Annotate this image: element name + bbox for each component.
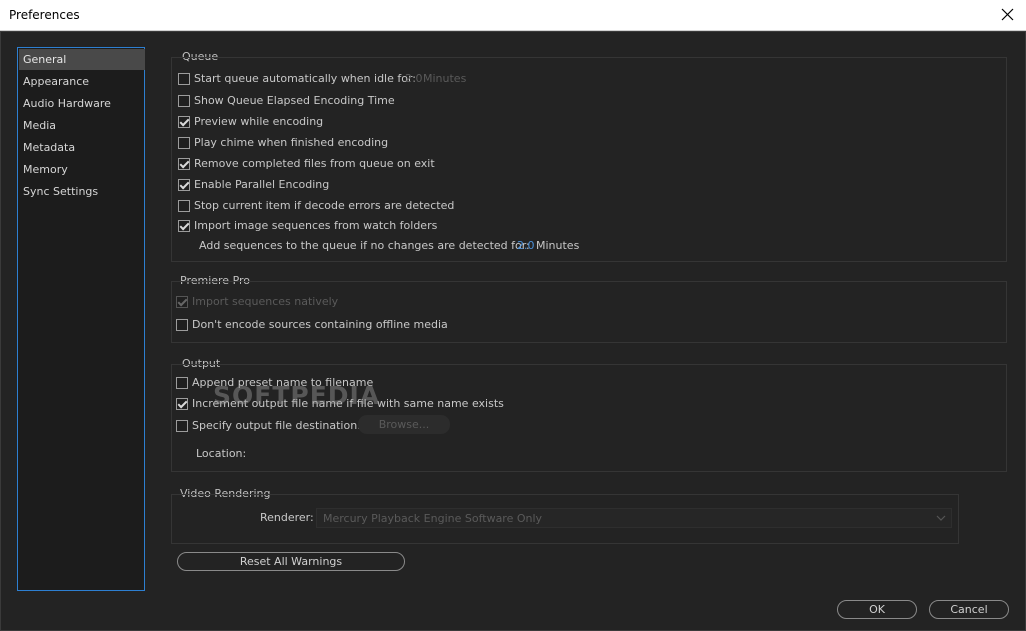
- window-title: Preferences: [9, 8, 80, 22]
- increment-filename-checkbox[interactable]: [176, 398, 188, 410]
- sidebar-item-audio-hardware[interactable]: Audio Hardware: [19, 93, 145, 114]
- offline-media-label: Don't encode sources containing offline …: [192, 318, 448, 331]
- close-button[interactable]: [998, 4, 1018, 26]
- renderer-label: Renderer:: [260, 511, 314, 524]
- import-sequences-label: Import image sequences from watch folder…: [194, 219, 438, 232]
- sidebar-item-appearance[interactable]: Appearance: [19, 71, 145, 92]
- title-bar: Preferences: [0, 0, 1026, 31]
- preview-encoding-checkbox[interactable]: [178, 116, 190, 128]
- idle-time-value[interactable]: 2.0: [405, 72, 423, 85]
- start-queue-label: Start queue automatically when idle for:: [194, 72, 417, 85]
- append-preset-checkbox[interactable]: [176, 377, 188, 389]
- import-sequences-checkbox[interactable]: [178, 220, 190, 232]
- premiere-group: [171, 281, 1007, 343]
- cancel-button[interactable]: Cancel: [929, 600, 1009, 619]
- sidebar-item-media[interactable]: Media: [19, 115, 145, 136]
- browse-button[interactable]: Browse...: [358, 415, 450, 434]
- category-sidebar: General Appearance Audio Hardware Media …: [17, 47, 145, 591]
- play-chime-checkbox[interactable]: [178, 137, 190, 149]
- reset-warnings-button[interactable]: Reset All Warnings: [177, 552, 405, 571]
- sidebar-item-general[interactable]: General: [19, 49, 145, 70]
- start-queue-checkbox[interactable]: [178, 73, 190, 85]
- sidebar-item-sync-settings[interactable]: Sync Settings: [19, 181, 145, 202]
- offline-media-checkbox[interactable]: [176, 319, 188, 331]
- preview-encoding-label: Preview while encoding: [194, 115, 324, 128]
- softpedia-watermark: SOFTPEDIA: [213, 381, 381, 410]
- play-chime-label: Play chime when finished encoding: [194, 136, 389, 149]
- remove-completed-label: Remove completed files from queue on exi…: [194, 157, 435, 170]
- renderer-select[interactable]: Mercury Playback Engine Software Only: [316, 508, 952, 528]
- stop-on-errors-checkbox[interactable]: [178, 200, 190, 212]
- specify-destination-checkbox[interactable]: [176, 420, 188, 432]
- parallel-encoding-label: Enable Parallel Encoding: [194, 178, 330, 191]
- chevron-down-icon: [936, 515, 946, 521]
- close-icon: [1001, 8, 1014, 21]
- add-sequences-unit: Minutes: [536, 239, 580, 252]
- show-elapsed-label: Show Queue Elapsed Encoding Time: [194, 94, 395, 107]
- idle-time-unit: Minutes: [423, 72, 467, 85]
- sidebar-item-metadata[interactable]: Metadata: [19, 137, 145, 158]
- stop-on-errors-label: Stop current item if decode errors are d…: [194, 199, 455, 212]
- sidebar-item-memory[interactable]: Memory: [19, 159, 145, 180]
- add-sequences-label: Add sequences to the queue if no changes…: [199, 239, 530, 252]
- specify-destination-label: Specify output file destination:: [192, 419, 361, 432]
- renderer-select-value: Mercury Playback Engine Software Only: [323, 512, 543, 525]
- parallel-encoding-checkbox[interactable]: [178, 179, 190, 191]
- import-natively-label: Import sequences natively: [192, 295, 339, 308]
- show-elapsed-checkbox[interactable]: [178, 95, 190, 107]
- location-label: Location:: [196, 447, 247, 460]
- import-natively-checkbox: [176, 296, 188, 308]
- remove-completed-checkbox[interactable]: [178, 158, 190, 170]
- add-sequences-value[interactable]: 2.0: [517, 239, 535, 252]
- ok-button[interactable]: OK: [837, 600, 917, 619]
